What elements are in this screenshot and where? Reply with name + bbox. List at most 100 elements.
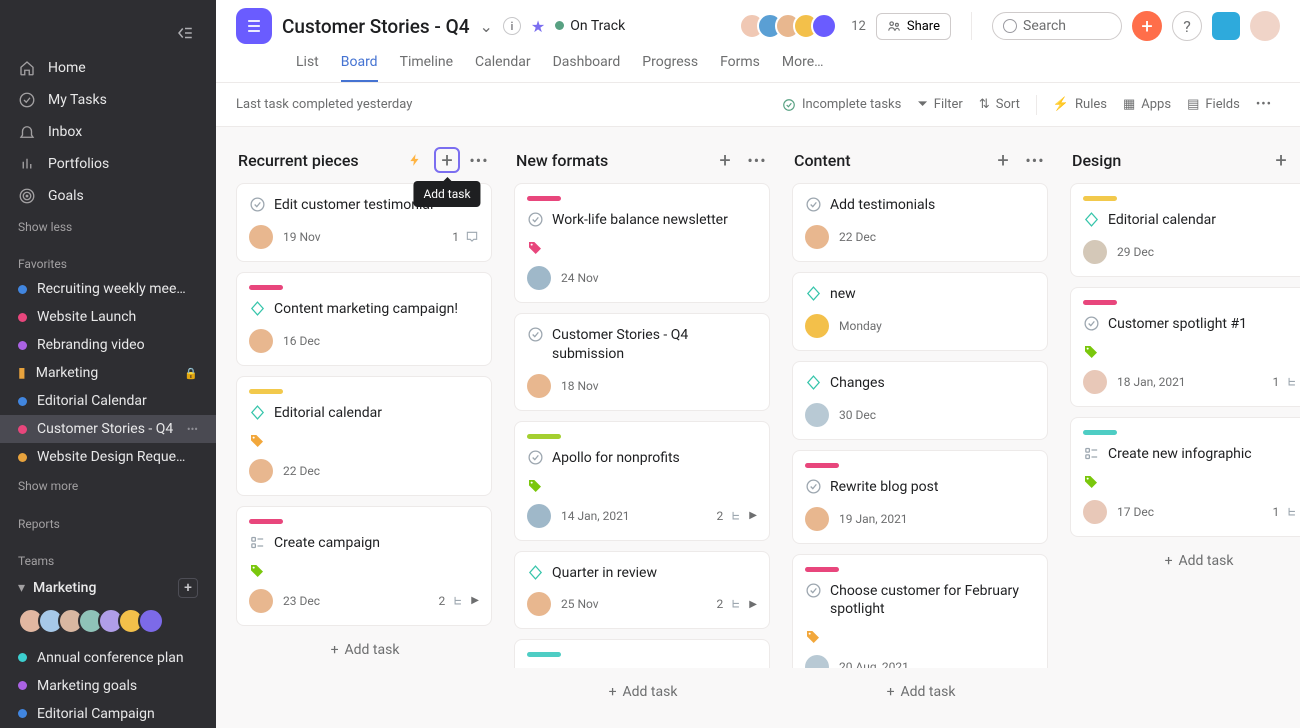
project-status[interactable]: On Track — [555, 18, 625, 34]
nav-label: Portfolios — [48, 156, 109, 172]
column-menu[interactable]: ••• — [744, 147, 770, 173]
nav-label: My Tasks — [48, 92, 107, 108]
task-card[interactable]: Quarter in review25 Nov2▶ — [514, 551, 770, 630]
subtasks-icon — [249, 534, 266, 551]
column-add-button[interactable]: + — [990, 147, 1016, 173]
show-more-link[interactable]: Show more — [0, 471, 216, 497]
search-input[interactable]: Search — [992, 12, 1122, 40]
task-card[interactable]: newMonday — [792, 272, 1048, 351]
tab-progress[interactable]: Progress — [642, 48, 698, 82]
task-card[interactable]: Editorial calendar29 Dec — [1070, 183, 1300, 277]
member-avatars[interactable] — [739, 13, 837, 39]
tab-forms[interactable]: Forms — [720, 48, 760, 82]
task-card[interactable]: Choose customer for February spotlight20… — [792, 554, 1048, 668]
collapse-sidebar-button[interactable] — [0, 18, 216, 52]
tab-calendar[interactable]: Calendar — [475, 48, 531, 82]
due-date: 24 Nov — [561, 271, 599, 285]
due-date: 19 Nov — [283, 230, 321, 244]
column-title[interactable]: New formats — [516, 151, 706, 170]
favorite-star[interactable]: ★ — [531, 17, 545, 36]
tab-dashboard[interactable]: Dashboard — [553, 48, 621, 82]
filter-incomplete[interactable]: Incomplete tasks — [774, 93, 909, 116]
filter-button[interactable]: ⏷Filter — [909, 93, 970, 116]
task-card[interactable]: Create new infographic17 Dec1▶ — [1070, 417, 1300, 537]
task-title: Choose customer for February spotlight — [830, 582, 1035, 620]
column-menu[interactable]: ••• — [1022, 147, 1048, 173]
task-title: Editorial calendar — [274, 404, 382, 423]
columns-icon: ▤ — [1187, 97, 1199, 112]
task-card[interactable]: Content marketing campaign!16 Dec — [236, 272, 492, 366]
task-title: Customer Stories - Q4 submission — [552, 326, 757, 364]
favorite-item[interactable]: ▮Marketing🔒 — [0, 359, 216, 387]
column-title[interactable]: Content — [794, 151, 984, 170]
apps-button[interactable]: ▦Apps — [1115, 93, 1179, 116]
task-card[interactable]: Customer spotlight #118 Jan, 20211▶ — [1070, 287, 1300, 407]
add-task-button[interactable]: + Add task — [792, 674, 1050, 710]
favorite-item[interactable]: Recruiting weekly mee… — [0, 275, 216, 303]
fields-button[interactable]: ▤Fields — [1179, 93, 1248, 116]
favorite-item[interactable]: Rebranding video — [0, 331, 216, 359]
show-less-link[interactable]: Show less — [0, 212, 216, 238]
sidebar-nav-inbox[interactable]: Inbox — [0, 116, 216, 148]
project-label: Editorial Campaign — [37, 706, 198, 722]
tab-board[interactable]: Board — [341, 48, 378, 82]
task-card[interactable]: Customer Stories - Q4 submission18 Nov — [514, 313, 770, 411]
task-card[interactable]: Work-life balance newsletter24 Nov — [514, 183, 770, 303]
tab-list[interactable]: List — [296, 48, 319, 82]
task-card[interactable]: Editorial calendar22 Dec — [236, 376, 492, 496]
app-switcher[interactable] — [1212, 12, 1240, 40]
due-date: 25 Nov — [561, 597, 599, 611]
favorite-label: Rebranding video — [37, 337, 198, 353]
sidebar-nav-home[interactable]: Home — [0, 52, 216, 84]
task-card[interactable]: Press release on acquisition23 Dec14▶ — [514, 639, 770, 668]
task-card[interactable]: Apollo for nonprofits14 Jan, 20212▶ — [514, 421, 770, 541]
task-card[interactable]: Changes30 Dec — [792, 361, 1048, 440]
column-add-button[interactable]: + — [712, 147, 738, 173]
favorite-item[interactable]: Website Design Reque… — [0, 443, 216, 471]
sidebar-nav-my-tasks[interactable]: My Tasks — [0, 84, 216, 116]
task-tag — [527, 240, 757, 256]
project-dot — [18, 285, 27, 294]
column-add-button[interactable]: + — [1268, 147, 1294, 173]
toolbar-more[interactable]: ••• — [1248, 93, 1280, 116]
user-avatar[interactable] — [1250, 11, 1280, 41]
tab-more…[interactable]: More… — [782, 48, 824, 82]
help-button[interactable]: ? — [1172, 11, 1202, 41]
project-dot — [18, 653, 27, 662]
favorite-item[interactable]: Editorial Calendar — [0, 387, 216, 415]
task-card[interactable]: Create campaign23 Dec2▶ — [236, 506, 492, 626]
rules-button[interactable]: ⚡Rules — [1045, 93, 1115, 116]
sidebar-nav-goals[interactable]: Goals — [0, 180, 216, 212]
favorite-item[interactable]: Customer Stories - Q4••• — [0, 415, 216, 443]
team-project-item[interactable]: Marketing goals — [0, 672, 216, 700]
column-add-button[interactable]: +Add task — [434, 147, 460, 173]
column-menu[interactable]: ••• — [466, 147, 492, 173]
task-card[interactable]: Rewrite blog post19 Jan, 2021 — [792, 450, 1048, 544]
project-dropdown-chevron[interactable]: ⌄ — [480, 17, 493, 36]
add-task-button[interactable]: + Add task — [514, 674, 772, 710]
add-task-button[interactable]: + Add task — [1070, 543, 1300, 579]
sidebar-nav-portfolios[interactable]: Portfolios — [0, 148, 216, 180]
subtask-count-icon — [729, 509, 743, 523]
team-project-item[interactable]: Editorial Campaign — [0, 700, 216, 728]
automation-bolt-icon[interactable] — [402, 147, 428, 173]
task-title: Quarter in review — [552, 564, 657, 583]
share-button[interactable]: Share — [876, 13, 951, 40]
team-row[interactable]: ▾ Marketing + — [0, 572, 216, 604]
task-card[interactable]: Add testimonials22 Dec — [792, 183, 1048, 262]
tab-timeline[interactable]: Timeline — [400, 48, 453, 82]
add-task-button[interactable]: + Add task — [236, 632, 494, 668]
project-dot — [18, 341, 27, 350]
global-add-button[interactable]: + — [1132, 11, 1162, 41]
sort-button[interactable]: ⇅Sort — [971, 93, 1028, 116]
item-menu[interactable]: ••• — [187, 423, 198, 436]
add-team-item-button[interactable]: + — [178, 578, 198, 598]
favorite-item[interactable]: Website Launch — [0, 303, 216, 331]
info-icon[interactable]: i — [503, 17, 521, 35]
column-title[interactable]: Design — [1072, 151, 1262, 170]
team-project-item[interactable]: Annual conference plan — [0, 644, 216, 672]
task-title: Changes — [830, 374, 885, 393]
target-icon — [18, 187, 36, 205]
column-title[interactable]: Recurrent pieces — [238, 151, 396, 170]
assignee-avatar — [249, 225, 273, 249]
